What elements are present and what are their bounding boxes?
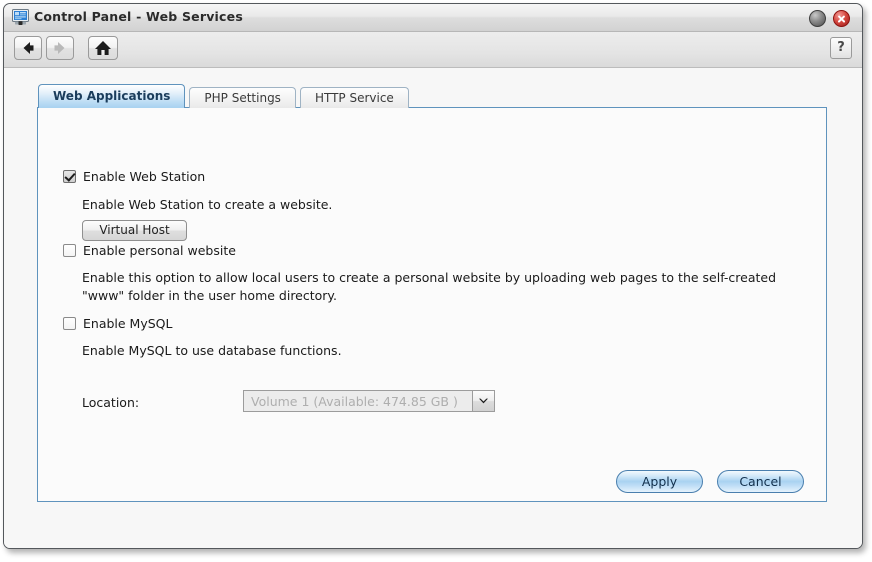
- title-bar: Control Panel - Web Services: [4, 4, 862, 32]
- web-station-checkbox[interactable]: [63, 170, 76, 183]
- location-select[interactable]: Volume 1 (Available: 474.85 GB ): [243, 390, 495, 412]
- arrow-right-icon: [54, 42, 65, 54]
- personal-website-description: Enable this option to allow local users …: [82, 270, 777, 303]
- personal-website-checkbox[interactable]: [63, 244, 76, 257]
- back-button[interactable]: [14, 36, 42, 60]
- location-label: Location:: [82, 395, 140, 410]
- control-panel-icon: [12, 9, 29, 25]
- navigation-toolbar: ?: [4, 32, 862, 68]
- content-area: Web Applications PHP Settings HTTP Servi…: [4, 68, 862, 548]
- apply-button[interactable]: Apply: [616, 470, 703, 493]
- mysql-option[interactable]: Enable MySQL: [63, 316, 172, 331]
- web-station-option[interactable]: Enable Web Station: [63, 169, 205, 184]
- location-selected-value: Volume 1 (Available: 474.85 GB ): [251, 393, 458, 409]
- home-button[interactable]: [88, 36, 118, 60]
- web-station-description: Enable Web Station to create a website.: [82, 197, 333, 212]
- tab-bar: Web Applications PHP Settings HTTP Servi…: [38, 84, 413, 108]
- tab-web-applications[interactable]: Web Applications: [38, 84, 186, 108]
- mysql-label: Enable MySQL: [83, 316, 173, 331]
- tab-php-settings[interactable]: PHP Settings: [189, 87, 296, 108]
- cancel-button[interactable]: Cancel: [717, 470, 804, 493]
- settings-panel: Enable Web Station Enable Web Station to…: [37, 107, 827, 502]
- tab-http-service[interactable]: HTTP Service: [299, 87, 409, 108]
- minimize-button[interactable]: [809, 10, 826, 27]
- arrow-left-icon: [23, 42, 34, 54]
- window-title: Control Panel - Web Services: [34, 9, 243, 24]
- chevron-down-icon[interactable]: [472, 391, 494, 411]
- personal-website-option[interactable]: Enable personal website: [63, 243, 236, 258]
- mysql-checkbox[interactable]: [63, 317, 76, 330]
- web-station-label: Enable Web Station: [83, 169, 206, 184]
- personal-website-label: Enable personal website: [83, 243, 236, 258]
- close-button[interactable]: [833, 10, 850, 27]
- help-button[interactable]: ?: [830, 37, 852, 59]
- mysql-description: Enable MySQL to use database functions.: [82, 343, 342, 358]
- virtual-host-button[interactable]: Virtual Host: [82, 220, 187, 241]
- home-icon: [95, 41, 111, 55]
- application-window: Control Panel - Web Services ? Web Appli…: [3, 3, 863, 549]
- forward-button[interactable]: [46, 36, 74, 60]
